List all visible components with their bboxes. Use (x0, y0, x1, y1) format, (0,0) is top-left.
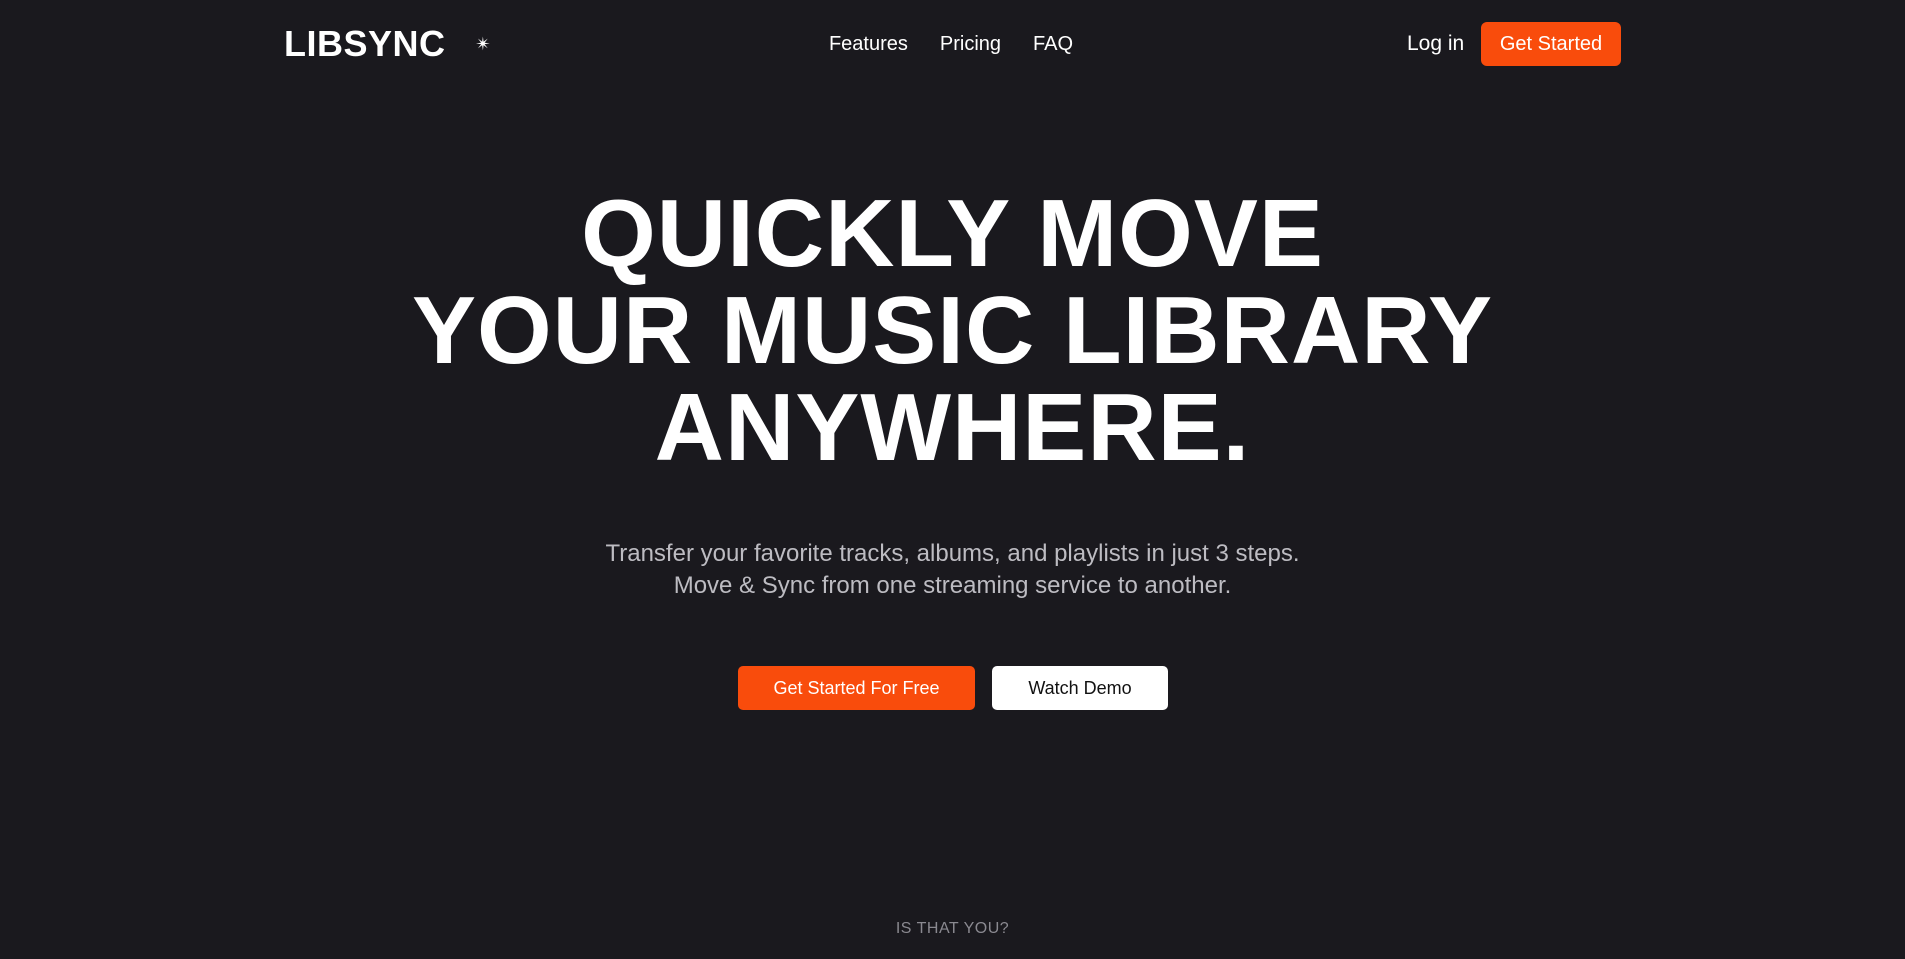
brand-logo[interactable]: LIBSYNC (284, 22, 446, 66)
get-started-free-button[interactable]: Get Started For Free (738, 666, 975, 710)
nav-link-pricing[interactable]: Pricing (940, 30, 1001, 58)
nav-link-features[interactable]: Features (829, 30, 908, 58)
hero-cta-row: Get Started For Free Watch Demo (738, 666, 1168, 710)
hero-subtitle-line: Transfer your favorite tracks, albums, a… (605, 540, 1300, 567)
hero-title-line: QUICKLY MOVE (581, 180, 1324, 287)
sparkle-icon: ✴ (475, 34, 491, 54)
hero-title-line: ANYWHERE. (654, 374, 1251, 481)
hero-title: QUICKLY MOVE YOUR MUSIC LIBRARY ANYWHERE… (0, 185, 1905, 476)
section-eyebrow: IS THAT YOU? (895, 920, 1010, 937)
hero-subtitle-line: Move & Sync from one streaming service t… (673, 572, 1232, 599)
nav-link-faq[interactable]: FAQ (1033, 30, 1073, 58)
watch-demo-button[interactable]: Watch Demo (992, 666, 1168, 710)
hero-title-line: YOUR MUSIC LIBRARY (411, 277, 1494, 384)
hero-subtitle: Transfer your favorite tracks, albums, a… (0, 538, 1905, 602)
login-link[interactable]: Log in (1407, 30, 1464, 58)
top-navigation: LIBSYNC ✴ Features Pricing FAQ Log in Ge… (0, 0, 1905, 88)
get-started-button[interactable]: Get Started (1481, 22, 1621, 66)
landing-page: LIBSYNC ✴ Features Pricing FAQ Log in Ge… (0, 0, 1905, 959)
